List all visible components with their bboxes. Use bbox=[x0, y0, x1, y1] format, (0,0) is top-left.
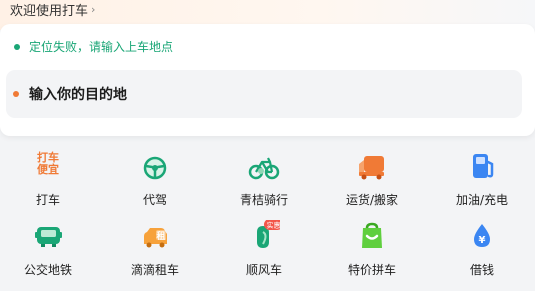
service-label: 青桔骑行 bbox=[239, 193, 288, 207]
hitch-leaf-icon: 实惠 bbox=[248, 219, 283, 252]
bag-icon bbox=[356, 220, 388, 252]
bike-icon bbox=[248, 150, 280, 182]
service-label: 代驾 bbox=[142, 193, 167, 207]
rental-icon-text: 租 bbox=[156, 230, 165, 242]
service-carpool[interactable]: 特价拼车 bbox=[322, 220, 422, 278]
service-rental[interactable]: 租 滴滴租车 bbox=[105, 220, 205, 278]
service-transit[interactable]: 公交地铁 bbox=[0, 220, 98, 278]
yen-icon-text: ¥ bbox=[479, 235, 486, 246]
service-label: 运货/搬家 bbox=[345, 193, 399, 207]
service-hitch[interactable]: 实惠 顺风车 bbox=[214, 219, 314, 278]
hitch-badge-text: 实惠 bbox=[267, 221, 281, 230]
service-fuel[interactable]: 加油/充电 bbox=[432, 150, 532, 208]
service-loan[interactable]: ¥ 借钱 bbox=[432, 220, 532, 278]
truck-icon bbox=[356, 150, 388, 182]
service-label: 加油/充电 bbox=[455, 193, 509, 207]
destination-dot-icon bbox=[13, 91, 19, 97]
location-card: 定位失败，请输入上车地点 输入你的目的地 bbox=[0, 24, 535, 136]
service-label: 打车 bbox=[35, 193, 60, 207]
service-freight[interactable]: 运货/搬家 bbox=[322, 150, 422, 208]
service-label: 滴滴租车 bbox=[130, 263, 179, 277]
destination-placeholder: 输入你的目的地 bbox=[29, 87, 127, 103]
service-label: 特价拼车 bbox=[347, 263, 396, 277]
service-label: 借钱 bbox=[469, 263, 494, 277]
taxi-cheap-icon: 打车 便宜 bbox=[32, 150, 64, 182]
steering-wheel-icon bbox=[139, 150, 171, 182]
service-label: 顺风车 bbox=[245, 263, 282, 277]
service-bike[interactable]: 青桔骑行 bbox=[214, 150, 314, 208]
service-label: 公交地铁 bbox=[23, 263, 72, 277]
fuel-pump-icon bbox=[466, 150, 498, 182]
rental-car-icon: 租 bbox=[139, 220, 171, 252]
service-taxi[interactable]: 打车 便宜 打车 bbox=[0, 150, 98, 208]
pickup-status[interactable]: 定位失败，请输入上车地点 bbox=[14, 38, 173, 55]
pickup-status-text: 定位失败，请输入上车地点 bbox=[29, 40, 174, 54]
destination-input[interactable]: 输入你的目的地 bbox=[6, 70, 522, 118]
chevron-right-icon: › bbox=[91, 2, 96, 16]
service-driver[interactable]: 代驾 bbox=[105, 150, 205, 208]
pickup-dot-icon bbox=[14, 43, 20, 50]
welcome-text: 欢迎使用打车 bbox=[10, 3, 89, 19]
bus-icon bbox=[32, 220, 64, 252]
taxi-icon-text-bottom: 便宜 bbox=[37, 163, 59, 176]
welcome-link[interactable]: 欢迎使用打车 › bbox=[10, 0, 96, 19]
money-drop-icon: ¥ bbox=[466, 220, 498, 252]
